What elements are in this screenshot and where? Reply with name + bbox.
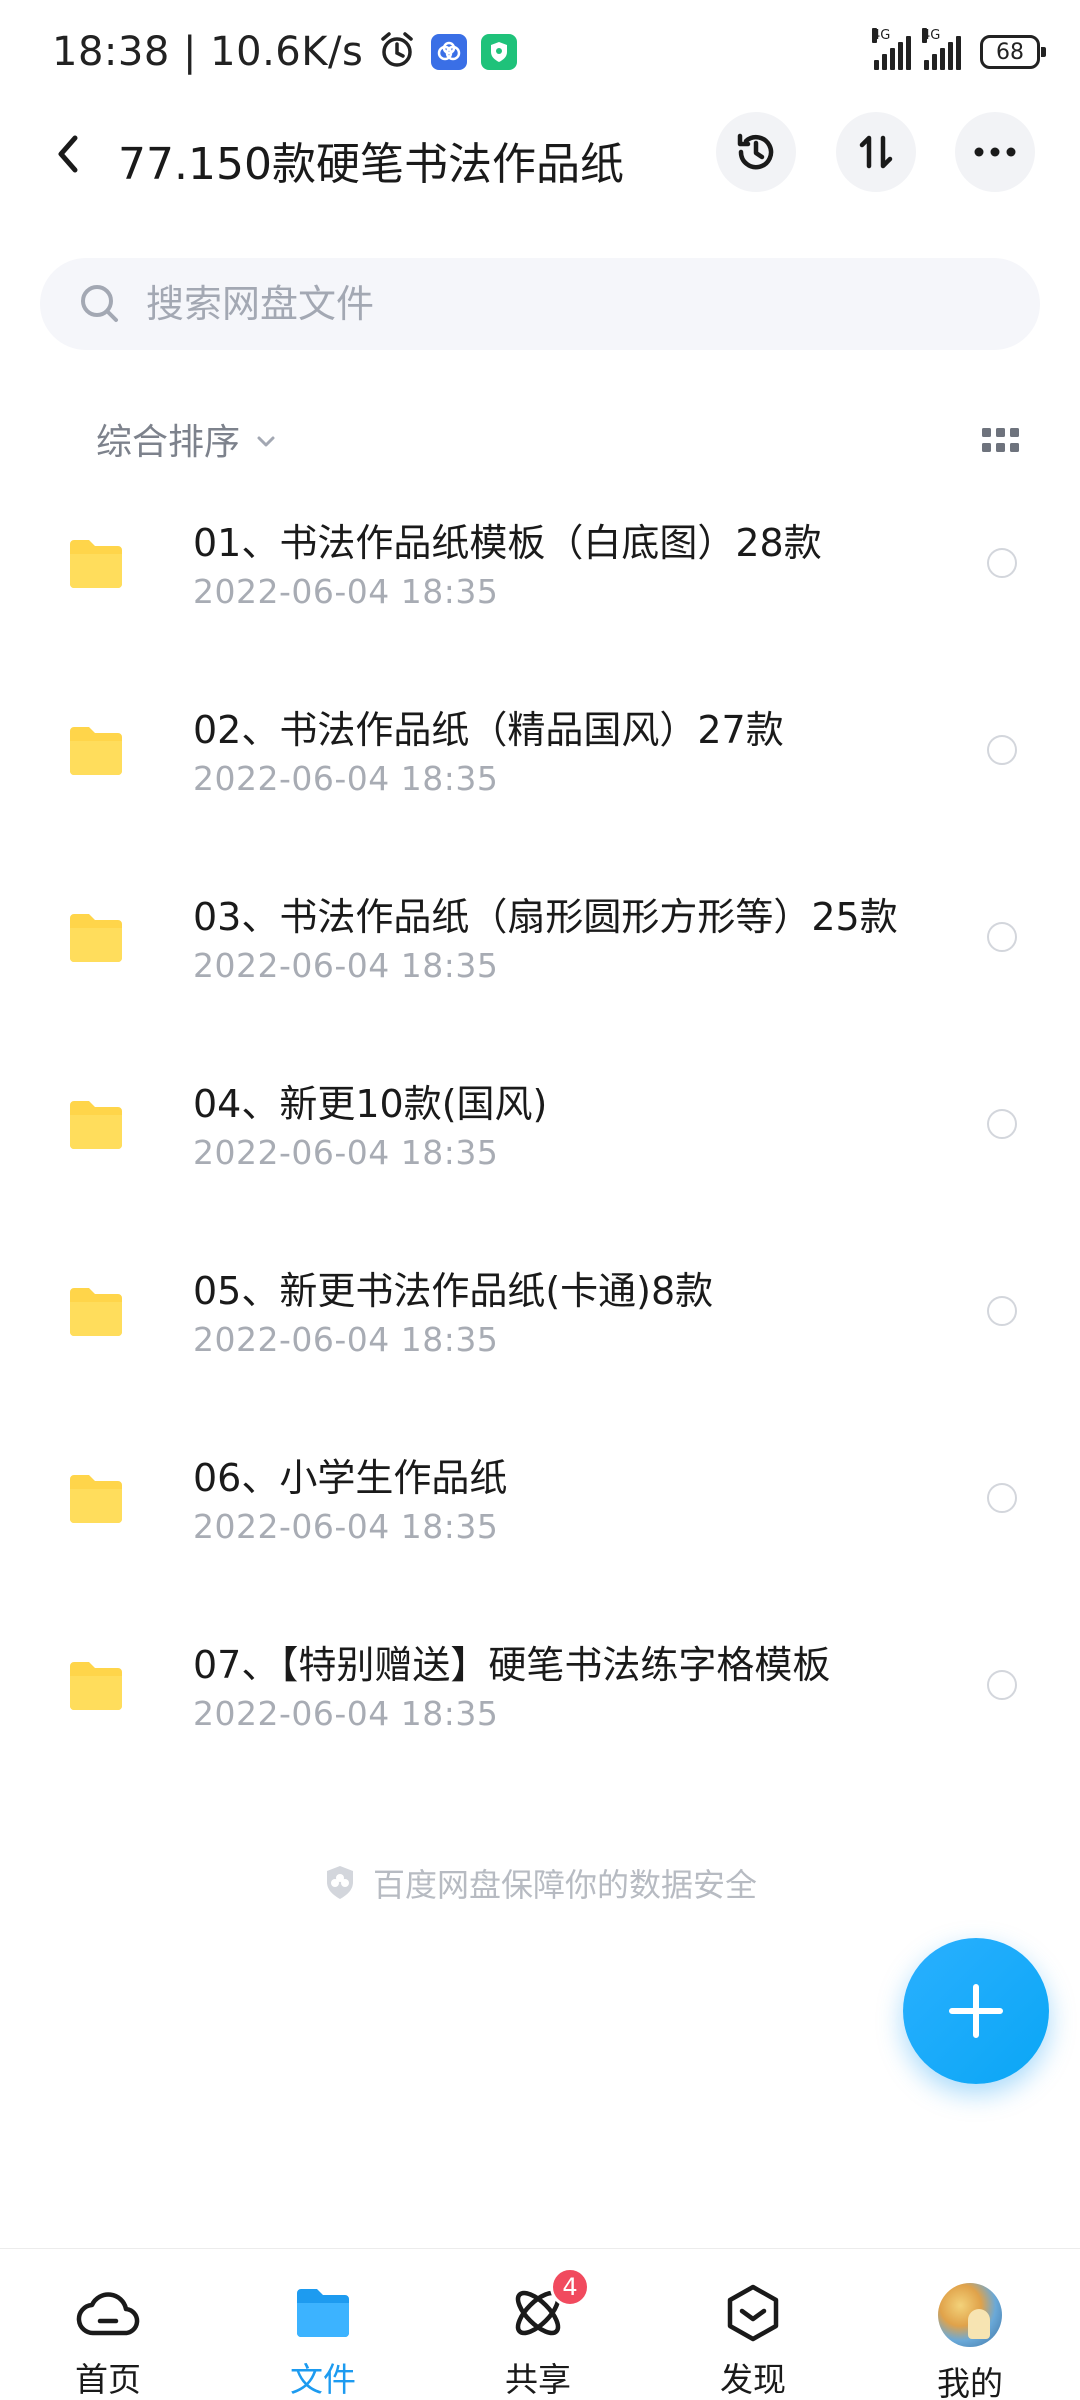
folder-icon xyxy=(70,1475,122,1523)
plus-icon xyxy=(949,1984,1003,2038)
avatar xyxy=(938,2283,1002,2347)
status-time: 18:38 | 10.6K/s xyxy=(52,29,364,75)
nav-share-label: 共享 xyxy=(505,2360,571,2399)
select-radio[interactable] xyxy=(987,1670,1017,1700)
folder-icon xyxy=(70,540,122,588)
header: 77.150款硬笔书法作品纸 xyxy=(0,112,1080,196)
file-date: 2022-06-04 18:35 xyxy=(193,1507,499,1546)
signal-icon-2: 4G xyxy=(922,28,964,70)
nav-me-label: 我的 xyxy=(937,2364,1003,2400)
list-item[interactable]: 02、书法作品纸（精品国风）27款 2022-06-04 18:35 xyxy=(0,687,1080,873)
file-name: 07、【特别赠送】硬笔书法练字格模板 xyxy=(193,1643,831,1687)
battery-icon: 68 xyxy=(980,35,1046,69)
shield-app-icon xyxy=(481,34,518,70)
nav-discover[interactable]: 发现 xyxy=(673,2249,833,2400)
select-radio[interactable] xyxy=(987,1109,1017,1139)
network-type: 4G xyxy=(872,28,891,43)
file-date: 2022-06-04 18:35 xyxy=(193,1320,499,1359)
sort-label: 综合排序 xyxy=(96,422,241,463)
nav-home[interactable]: 首页 xyxy=(28,2249,188,2400)
atom-share-icon: 4 xyxy=(506,2267,590,2343)
file-name: 03、书法作品纸（扇形圆形方形等）25款 xyxy=(193,895,898,939)
file-date: 2022-06-04 18:35 xyxy=(193,1133,499,1172)
list-item[interactable]: 05、新更书法作品纸(卡通)8款 2022-06-04 18:35 xyxy=(0,1248,1080,1434)
select-radio[interactable] xyxy=(987,1483,1017,1513)
chevron-down-icon xyxy=(257,436,275,447)
folder-icon xyxy=(70,727,122,775)
file-name: 05、新更书法作品纸(卡通)8款 xyxy=(193,1269,714,1313)
grid-view-icon xyxy=(982,428,1019,452)
list-item[interactable]: 07、【特别赠送】硬笔书法练字格模板 2022-06-04 18:35 xyxy=(0,1622,1080,1808)
folder-icon xyxy=(70,1288,122,1336)
discover-icon xyxy=(721,2283,785,2343)
cloud-app-icon xyxy=(431,34,468,70)
search-input[interactable] xyxy=(146,258,1006,350)
nav-share[interactable]: 4 共享 xyxy=(458,2249,618,2400)
nav-files[interactable]: 文件 xyxy=(243,2249,403,2400)
select-radio[interactable] xyxy=(987,1296,1017,1326)
list-item[interactable]: 01、书法作品纸模板（白底图）28款 2022-06-04 18:35 xyxy=(0,500,1080,686)
signal-icon: 4G xyxy=(872,28,914,70)
page-title: 77.150款硬笔书法作品纸 xyxy=(118,139,624,190)
select-radio[interactable] xyxy=(987,735,1017,765)
add-button[interactable] xyxy=(903,1938,1049,2084)
folder-nav-icon xyxy=(291,2283,355,2343)
history-icon xyxy=(737,133,774,170)
cloud-home-icon xyxy=(76,2283,140,2343)
nav-me[interactable]: 我的 xyxy=(890,2249,1050,2400)
history-button[interactable] xyxy=(716,112,796,192)
search-bar[interactable] xyxy=(40,258,1040,350)
select-radio[interactable] xyxy=(987,922,1017,952)
alarm-icon xyxy=(377,30,417,74)
nav-home-label: 首页 xyxy=(75,2360,141,2399)
nav-discover-label: 发现 xyxy=(720,2360,786,2399)
more-button[interactable] xyxy=(955,112,1035,192)
status-bar: 18:38 | 10.6K/s 4G 4G 68 xyxy=(0,0,1080,100)
user-avatar-image xyxy=(938,2283,1002,2347)
file-date: 2022-06-04 18:35 xyxy=(193,572,499,611)
file-name: 06、小学生作品纸 xyxy=(193,1456,508,1500)
network-type-2: 4G xyxy=(922,28,941,43)
nav-files-label: 文件 xyxy=(290,2360,356,2399)
list-item[interactable]: 04、新更10款(国风) 2022-06-04 18:35 xyxy=(0,1061,1080,1247)
folder-icon xyxy=(70,914,122,962)
grid-view-toggle[interactable] xyxy=(982,426,1020,456)
sort-dropdown[interactable]: 综合排序 xyxy=(96,414,276,464)
file-name: 01、书法作品纸模板（白底图）28款 xyxy=(193,521,822,565)
shield-icon xyxy=(326,1866,353,1899)
file-date: 2022-06-04 18:35 xyxy=(193,759,499,798)
search-icon xyxy=(78,282,122,330)
file-date: 2022-06-04 18:35 xyxy=(193,1694,499,1733)
chevron-left-icon xyxy=(58,135,78,173)
file-date: 2022-06-04 18:35 xyxy=(193,946,499,985)
bottom-nav: 首页 文件 4 共享 发现 我的 xyxy=(0,2248,1080,2400)
folder-icon xyxy=(70,1662,122,1710)
more-icon xyxy=(974,147,1016,157)
file-name: 04、新更10款(国风) xyxy=(193,1082,548,1126)
sort-transfer-icon xyxy=(859,135,893,169)
list-item[interactable]: 06、小学生作品纸 2022-06-04 18:35 xyxy=(0,1435,1080,1621)
security-note: 百度网盘保障你的数据安全 xyxy=(0,1860,1080,1906)
back-button[interactable] xyxy=(40,126,96,182)
folder-icon xyxy=(70,1101,122,1149)
battery-level: 68 xyxy=(996,39,1024,65)
select-radio[interactable] xyxy=(987,548,1017,578)
transfer-button[interactable] xyxy=(836,112,916,192)
security-note-text: 百度网盘保障你的数据安全 xyxy=(372,1866,757,1904)
file-name: 02、书法作品纸（精品国风）27款 xyxy=(193,708,784,752)
share-badge: 4 xyxy=(550,2267,590,2307)
list-item[interactable]: 03、书法作品纸（扇形圆形方形等）25款 2022-06-04 18:35 xyxy=(0,874,1080,1060)
